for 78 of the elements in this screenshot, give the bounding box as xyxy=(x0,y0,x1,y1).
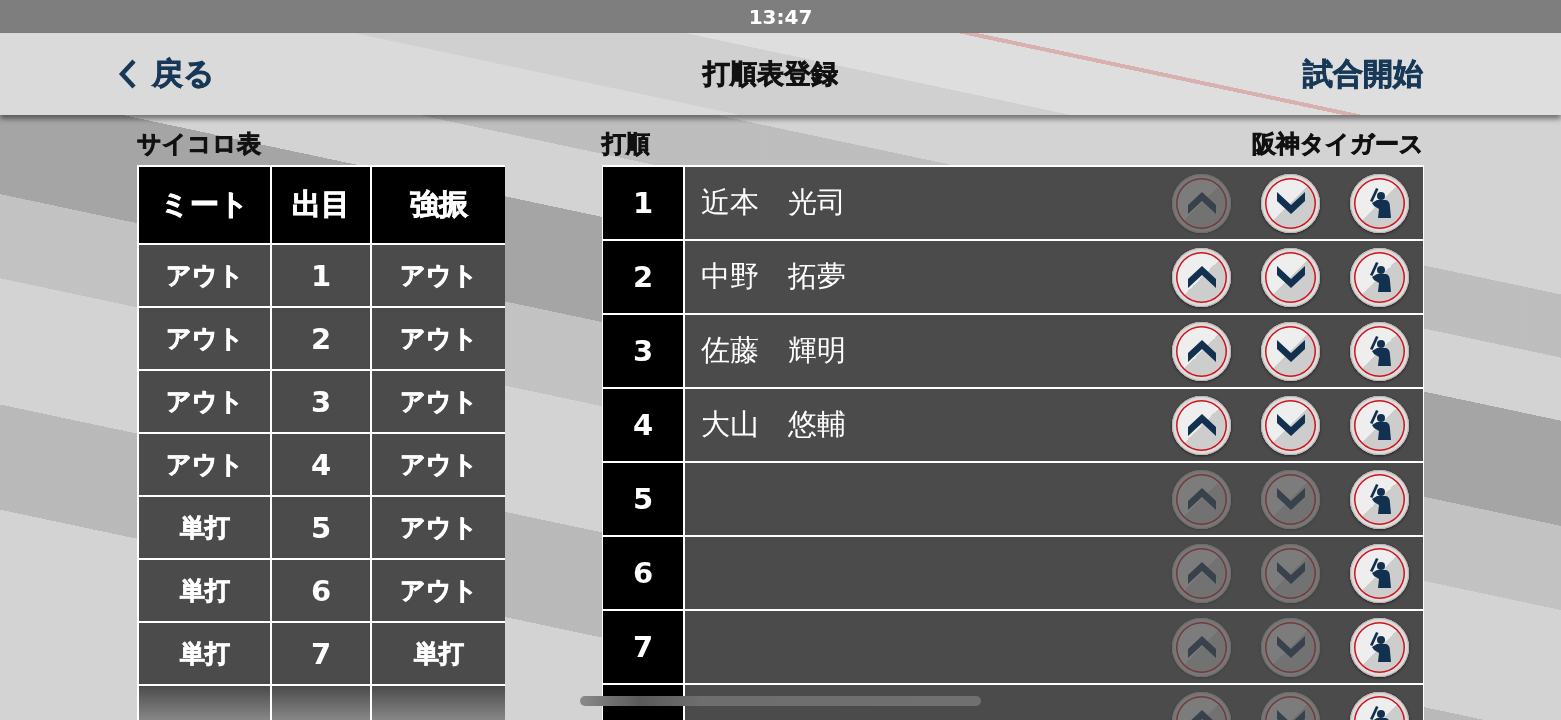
player-name: 大山 悠輔 xyxy=(701,406,846,443)
table-cell: アウト xyxy=(372,308,505,369)
chevron-down-icon xyxy=(1276,488,1305,510)
move-down-button[interactable] xyxy=(1261,321,1320,381)
chevron-down-icon xyxy=(1276,340,1305,362)
table-cell: 単打 xyxy=(139,497,270,558)
chevron-up-icon xyxy=(1187,488,1216,510)
team-name: 阪神タイガース xyxy=(1252,130,1424,158)
chevron-left-icon xyxy=(118,58,138,90)
batting-order-title: 打順 xyxy=(602,130,650,158)
number-cell: 5 xyxy=(603,463,685,535)
column-header: 出目 xyxy=(272,167,370,243)
chevron-up-icon xyxy=(1187,266,1216,288)
table-cell: アウト xyxy=(139,308,270,369)
table-cell: 1 xyxy=(272,245,370,306)
chevron-down-icon xyxy=(1276,636,1305,658)
move-up-button[interactable] xyxy=(1172,395,1231,455)
number-cell: 1 xyxy=(603,167,685,239)
number-cell: 6 xyxy=(603,537,685,609)
column-header: 強振 xyxy=(372,167,505,243)
table-cell: 5 xyxy=(272,497,370,558)
table-cell: アウト xyxy=(139,434,270,495)
batter-button[interactable] xyxy=(1350,617,1409,677)
table-cell: アウト xyxy=(372,371,505,432)
back-button[interactable]: 戻る xyxy=(118,53,215,95)
move-down-button[interactable] xyxy=(1261,173,1320,233)
table-cell: アウト xyxy=(139,245,270,306)
batter-icon xyxy=(1367,336,1392,366)
table-cell: アウト xyxy=(372,434,505,495)
chevron-down-icon xyxy=(1276,562,1305,584)
table-cell: 4 xyxy=(272,434,370,495)
column-header: ミート xyxy=(139,167,270,243)
batter-icon xyxy=(1367,188,1392,218)
move-up-button[interactable] xyxy=(1172,321,1231,381)
chevron-up-icon xyxy=(1187,340,1216,362)
table-cell: アウト xyxy=(372,497,505,558)
batter-button[interactable] xyxy=(1350,247,1409,307)
batter-button[interactable] xyxy=(1350,321,1409,381)
number-cell: 3 xyxy=(603,315,685,387)
table-cell: 6 xyxy=(272,560,370,621)
chevron-up-icon xyxy=(1187,414,1216,436)
table-cell: 2 xyxy=(272,308,370,369)
chevron-down-icon xyxy=(1276,266,1305,288)
dice-table-title: サイコロ表 xyxy=(137,130,261,158)
table-cell: 単打 xyxy=(139,560,270,621)
page-title: 打順表登録 xyxy=(703,57,838,91)
batter-icon xyxy=(1367,484,1392,514)
table-cell: 7 xyxy=(272,623,370,684)
table-cell: 単打 xyxy=(139,623,270,684)
table-cell: 単打 xyxy=(372,623,505,684)
batter-button[interactable] xyxy=(1350,173,1409,233)
batter-icon xyxy=(1367,632,1392,662)
table-cell: アウト xyxy=(372,560,505,621)
move-up-button[interactable] xyxy=(1172,247,1231,307)
player-name: 近本 光司 xyxy=(701,184,846,221)
move-down-button[interactable] xyxy=(1261,395,1320,455)
number-cell: 4 xyxy=(603,389,685,461)
move-down-button[interactable] xyxy=(1261,247,1320,307)
batter-button[interactable] xyxy=(1350,469,1409,529)
batter-icon xyxy=(1367,410,1392,440)
batter-button[interactable] xyxy=(1350,395,1409,455)
chevron-up-icon xyxy=(1187,562,1216,584)
chevron-up-icon xyxy=(1187,636,1216,658)
batter-icon xyxy=(1367,262,1392,292)
batter-button[interactable] xyxy=(1350,543,1409,603)
player-name: 中野 拓夢 xyxy=(701,258,846,295)
status-time: 13:47 xyxy=(748,4,813,29)
chevron-down-icon xyxy=(1276,192,1305,214)
chevron-down-icon xyxy=(1276,414,1305,436)
number-cell: 2 xyxy=(603,241,685,313)
number-cell: 7 xyxy=(603,611,685,683)
table-cell: 3 xyxy=(272,371,370,432)
batter-icon xyxy=(1367,558,1392,588)
table-cell: アウト xyxy=(372,245,505,306)
table-cell: アウト xyxy=(139,371,270,432)
player-name: 佐藤 輝明 xyxy=(701,332,846,369)
chevron-up-icon xyxy=(1187,192,1216,214)
start-game-button[interactable]: 試合開始 xyxy=(1303,53,1423,95)
